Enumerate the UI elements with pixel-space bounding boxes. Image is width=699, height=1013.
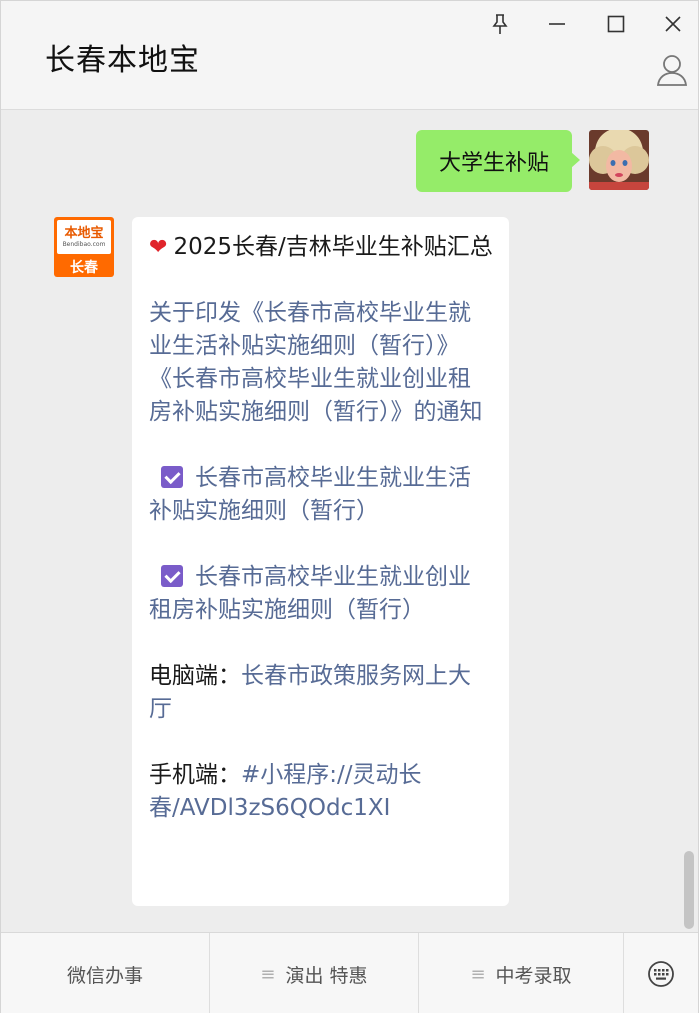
reply-heading: ❤ 2025长春/吉林毕业生补贴汇总	[149, 231, 493, 264]
bot-city-label: 长春	[70, 260, 98, 276]
maximize-icon[interactable]	[601, 9, 631, 39]
chat-messages: 大学生补贴 本地宝 Bendibao.com 长春 ❤ 2025长春/吉林毕业生…	[1, 111, 698, 931]
chat-scrollbar[interactable]	[684, 851, 694, 929]
rent-subsidy-link[interactable]: 长春市高校毕业生就业创业租房补贴实施细则（暂行）	[149, 564, 471, 623]
minimize-icon[interactable]	[542, 9, 572, 39]
bot-logo-text: 本地宝	[64, 226, 104, 241]
bot-reply-bubble: ❤ 2025长春/吉林毕业生补贴汇总 关于印发《长春市高校毕业生就业生活补贴实施细…	[132, 217, 509, 906]
mobile-label: 手机端：	[149, 762, 241, 788]
keyboard-toggle-button[interactable]	[624, 933, 698, 1013]
chat-window: 长春本地宝 大学生补贴 本地宝 Bendibao.com 长春 ❤ 2025长春…	[0, 0, 699, 1013]
submenu-icon: ≡	[470, 963, 486, 985]
living-subsidy-link[interactable]: 长春市高校毕业生就业生活补贴实施细则（暂行）	[149, 465, 471, 524]
menu-item-shows-deals[interactable]: ≡ 演出 特惠	[210, 933, 419, 1013]
bot-avatar[interactable]: 本地宝 Bendibao.com 长春	[54, 217, 114, 277]
menu-item-exam-admission[interactable]: ≡ 中考录取	[419, 933, 624, 1013]
bot-logo: 本地宝 Bendibao.com 长春	[54, 217, 114, 277]
pin-icon[interactable]	[485, 9, 515, 39]
notice-link[interactable]: 关于印发《长春市高校毕业生就业生活补贴实施细则（暂行）》《长春市高校毕业生就业创…	[149, 300, 483, 425]
heart-icon: ❤	[149, 235, 168, 260]
close-icon[interactable]	[658, 9, 688, 39]
reply-heading-text: 2025长春/吉林毕业生补贴汇总	[173, 234, 493, 260]
pc-label: 电脑端：	[149, 663, 241, 689]
chat-title: 长春本地宝	[45, 43, 200, 78]
bot-logo-subtext: Bendibao.com	[62, 241, 106, 248]
menu-item-wechat-services[interactable]: 微信办事	[1, 933, 210, 1013]
user-message-text: 大学生补贴	[438, 151, 549, 176]
bottom-menu: 微信办事 ≡ 演出 特惠 ≡ 中考录取	[1, 932, 698, 1013]
menu-item-label: 微信办事	[66, 964, 143, 987]
menu-item-label: 中考录取	[495, 964, 572, 987]
user-avatar[interactable]	[589, 130, 649, 190]
keyboard-icon	[648, 961, 674, 987]
chat-header: 长春本地宝	[1, 1, 698, 110]
checkbox-icon	[161, 565, 183, 587]
user-message-bubble[interactable]: 大学生补贴	[416, 130, 580, 192]
submenu-icon: ≡	[260, 963, 276, 985]
checkbox-icon	[161, 466, 183, 488]
menu-item-label: 演出 特惠	[285, 964, 368, 987]
profile-icon[interactable]	[656, 53, 688, 87]
